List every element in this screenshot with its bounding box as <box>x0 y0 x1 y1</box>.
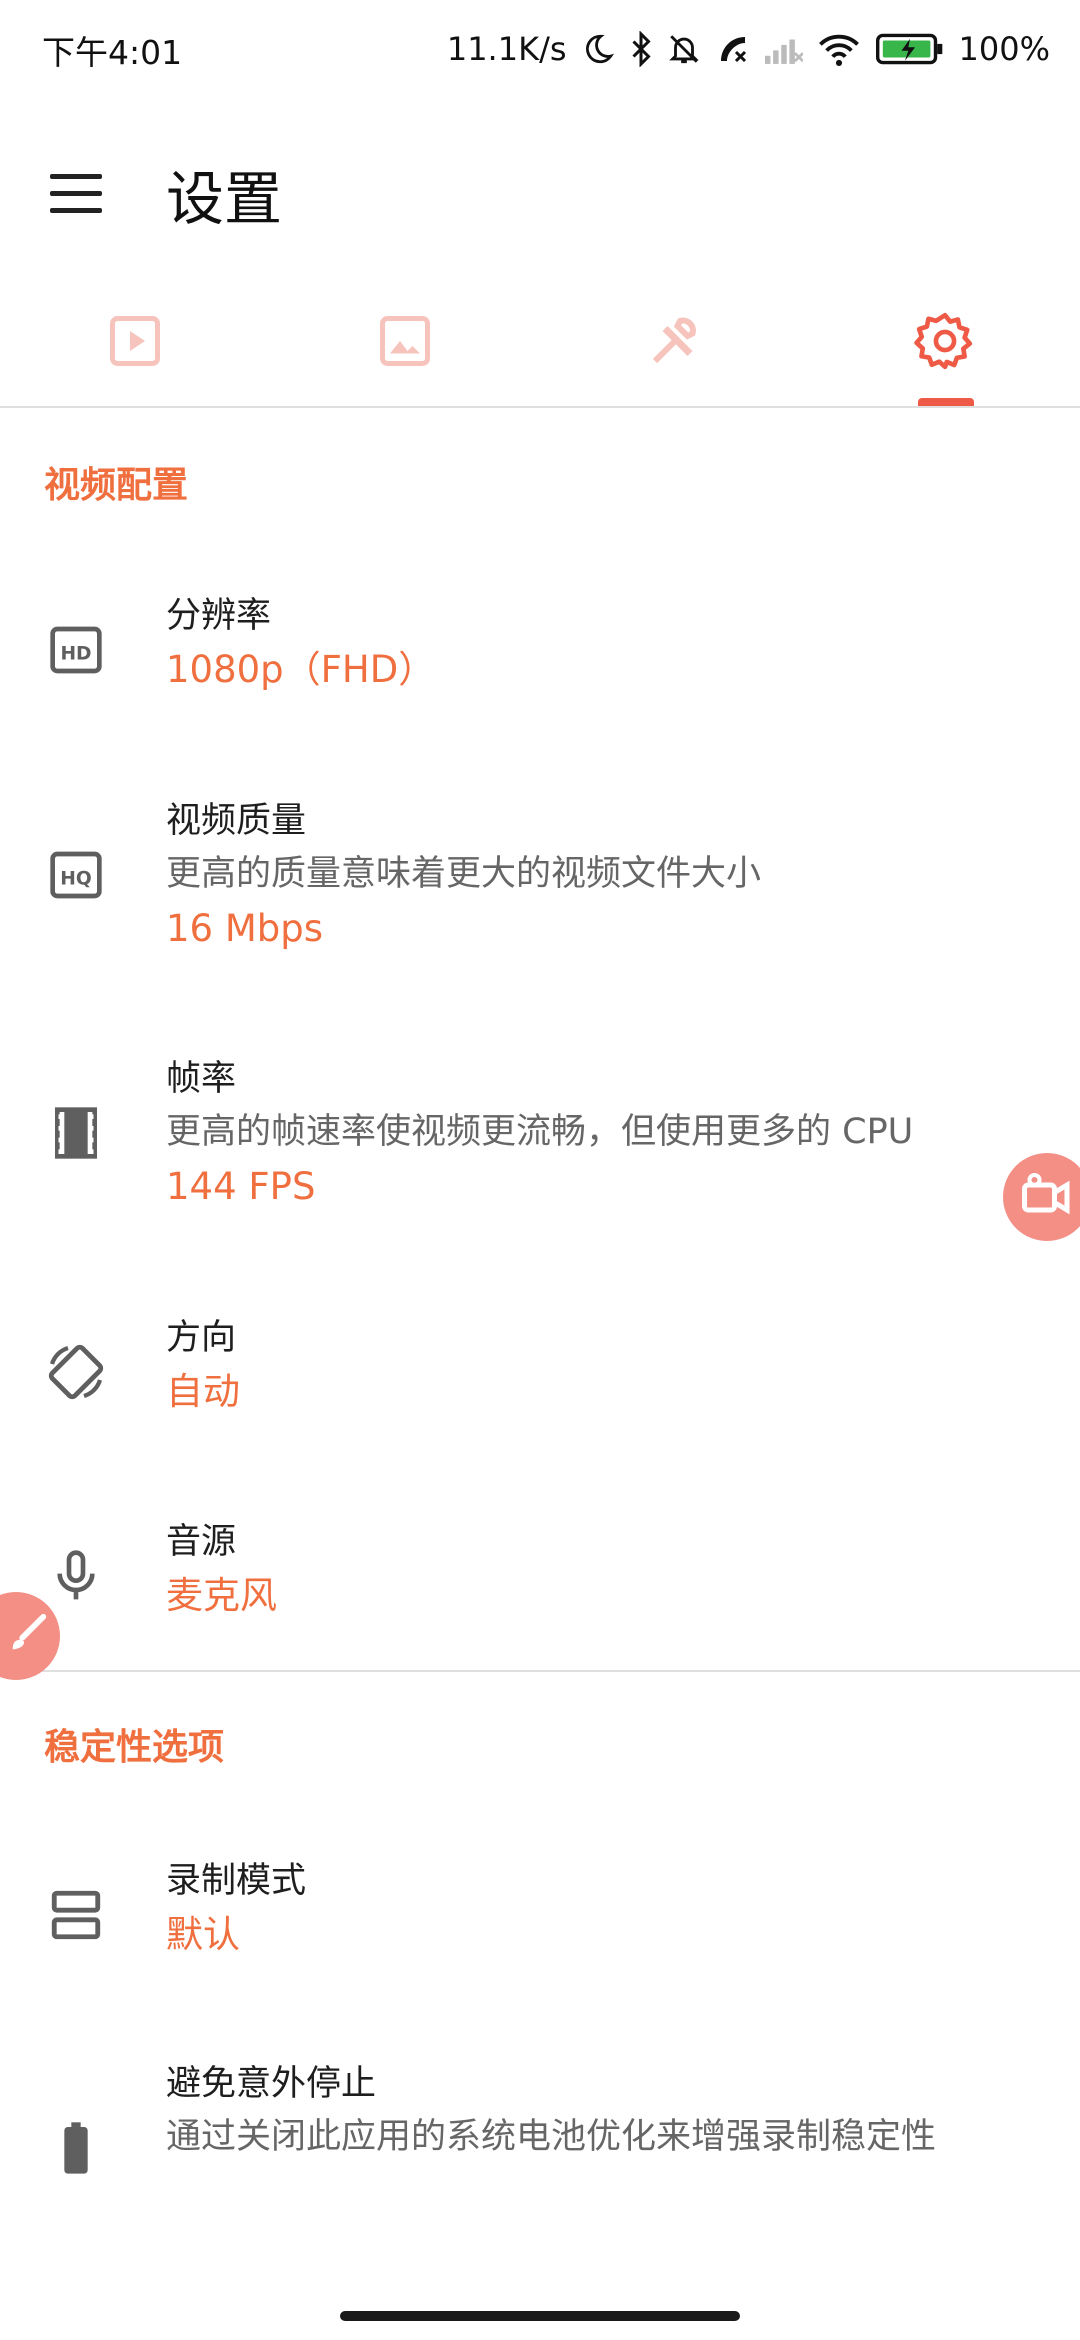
setting-orientation[interactable]: 方向 自动 <box>0 1312 1080 1432</box>
video-camera-icon <box>1017 1165 1077 1229</box>
call-icon <box>715 31 751 67</box>
setting-frame-rate[interactable]: 帧率 更高的帧速率使视频更流畅，但使用更多的 CPU 144 FPS <box>0 1053 1080 1223</box>
setting-value: 144 FPS <box>166 1165 316 1208</box>
menu-button[interactable] <box>36 154 116 234</box>
section-title-video: 视频配置 <box>44 465 189 506</box>
microphone-icon <box>40 1540 112 1612</box>
setting-title: 录制模式 <box>166 1861 307 1901</box>
video-play-icon <box>105 311 165 375</box>
status-icons: 11.1K/s 100% <box>447 24 1050 74</box>
settings-gear-icon <box>914 310 976 376</box>
brush-icon <box>5 1611 51 1661</box>
film-strip-icon <box>40 1097 112 1169</box>
moon-icon <box>581 32 615 66</box>
setting-recording-mode[interactable]: 录制模式 默认 <box>0 1855 1080 1975</box>
floating-record-button[interactable] <box>1003 1153 1080 1241</box>
setting-description: 更高的质量意味着更大的视频文件大小 <box>166 854 762 894</box>
setting-title: 分辨率 <box>166 596 272 636</box>
battery-level: 100% <box>958 30 1050 68</box>
setting-audio-source[interactable]: 音源 麦克风 <box>0 1516 1080 1636</box>
tab-bar <box>0 280 1080 408</box>
setting-value: 16 Mbps <box>166 907 324 950</box>
setting-resolution[interactable]: HD 分辨率 1080p（FHD） <box>0 590 1080 710</box>
hd-icon: HD <box>40 614 112 686</box>
page-title: 设置 <box>166 165 283 233</box>
section-title-stability: 稳定性选项 <box>44 1727 225 1768</box>
status-bar: 下午4:01 11.1K/s 100% <box>0 0 1080 100</box>
wifi-icon <box>817 32 861 66</box>
tab-video[interactable] <box>0 280 270 406</box>
setting-value: 1080p（FHD） <box>166 648 436 691</box>
setting-title: 避免意外停止 <box>166 2064 377 2104</box>
hq-icon: HQ <box>40 839 112 911</box>
setting-avoid-unexpected-stop[interactable]: 避免意外停止 通过关闭此应用的系统电池优化来增强录制稳定性 <box>0 2058 1080 2228</box>
svg-text:HQ: HQ <box>60 868 91 889</box>
split-view-icon <box>40 1879 112 1951</box>
setting-value: 默认 <box>166 1913 240 1956</box>
setting-value: 麦克风 <box>166 1574 277 1617</box>
hamburger-menu-icon <box>36 174 116 238</box>
home-indicator[interactable] <box>340 2311 740 2321</box>
network-speed: 11.1K/s <box>446 30 567 68</box>
tab-indicator <box>918 398 974 406</box>
bell-off-icon <box>667 31 701 67</box>
setting-video-quality[interactable]: HQ 视频质量 更高的质量意味着更大的视频文件大小 16 Mbps <box>0 795 1080 965</box>
setting-title: 方向 <box>166 1318 237 1358</box>
tools-icon <box>645 311 705 375</box>
bluetooth-icon <box>629 31 653 67</box>
app-bar: 设置 <box>0 110 1080 260</box>
battery-icon <box>40 2112 112 2184</box>
setting-description: 更高的帧速率使视频更流畅，但使用更多的 CPU <box>166 1112 914 1152</box>
setting-title: 帧率 <box>166 1059 237 1099</box>
setting-title: 视频质量 <box>166 801 307 841</box>
battery-charging-icon <box>875 32 945 66</box>
setting-title: 音源 <box>166 1522 237 1562</box>
tab-image[interactable] <box>270 280 540 406</box>
svg-text:HD: HD <box>60 643 91 664</box>
status-time: 下午4:01 <box>42 33 183 72</box>
signal-icon <box>764 34 803 64</box>
tab-tools[interactable] <box>540 280 810 406</box>
setting-value: 自动 <box>166 1370 240 1413</box>
section-divider <box>0 1670 1080 1672</box>
screen-rotation-icon <box>40 1336 112 1408</box>
setting-description: 通过关闭此应用的系统电池优化来增强录制稳定性 <box>166 2117 937 2157</box>
image-icon <box>375 311 435 375</box>
tab-settings[interactable] <box>810 280 1080 406</box>
